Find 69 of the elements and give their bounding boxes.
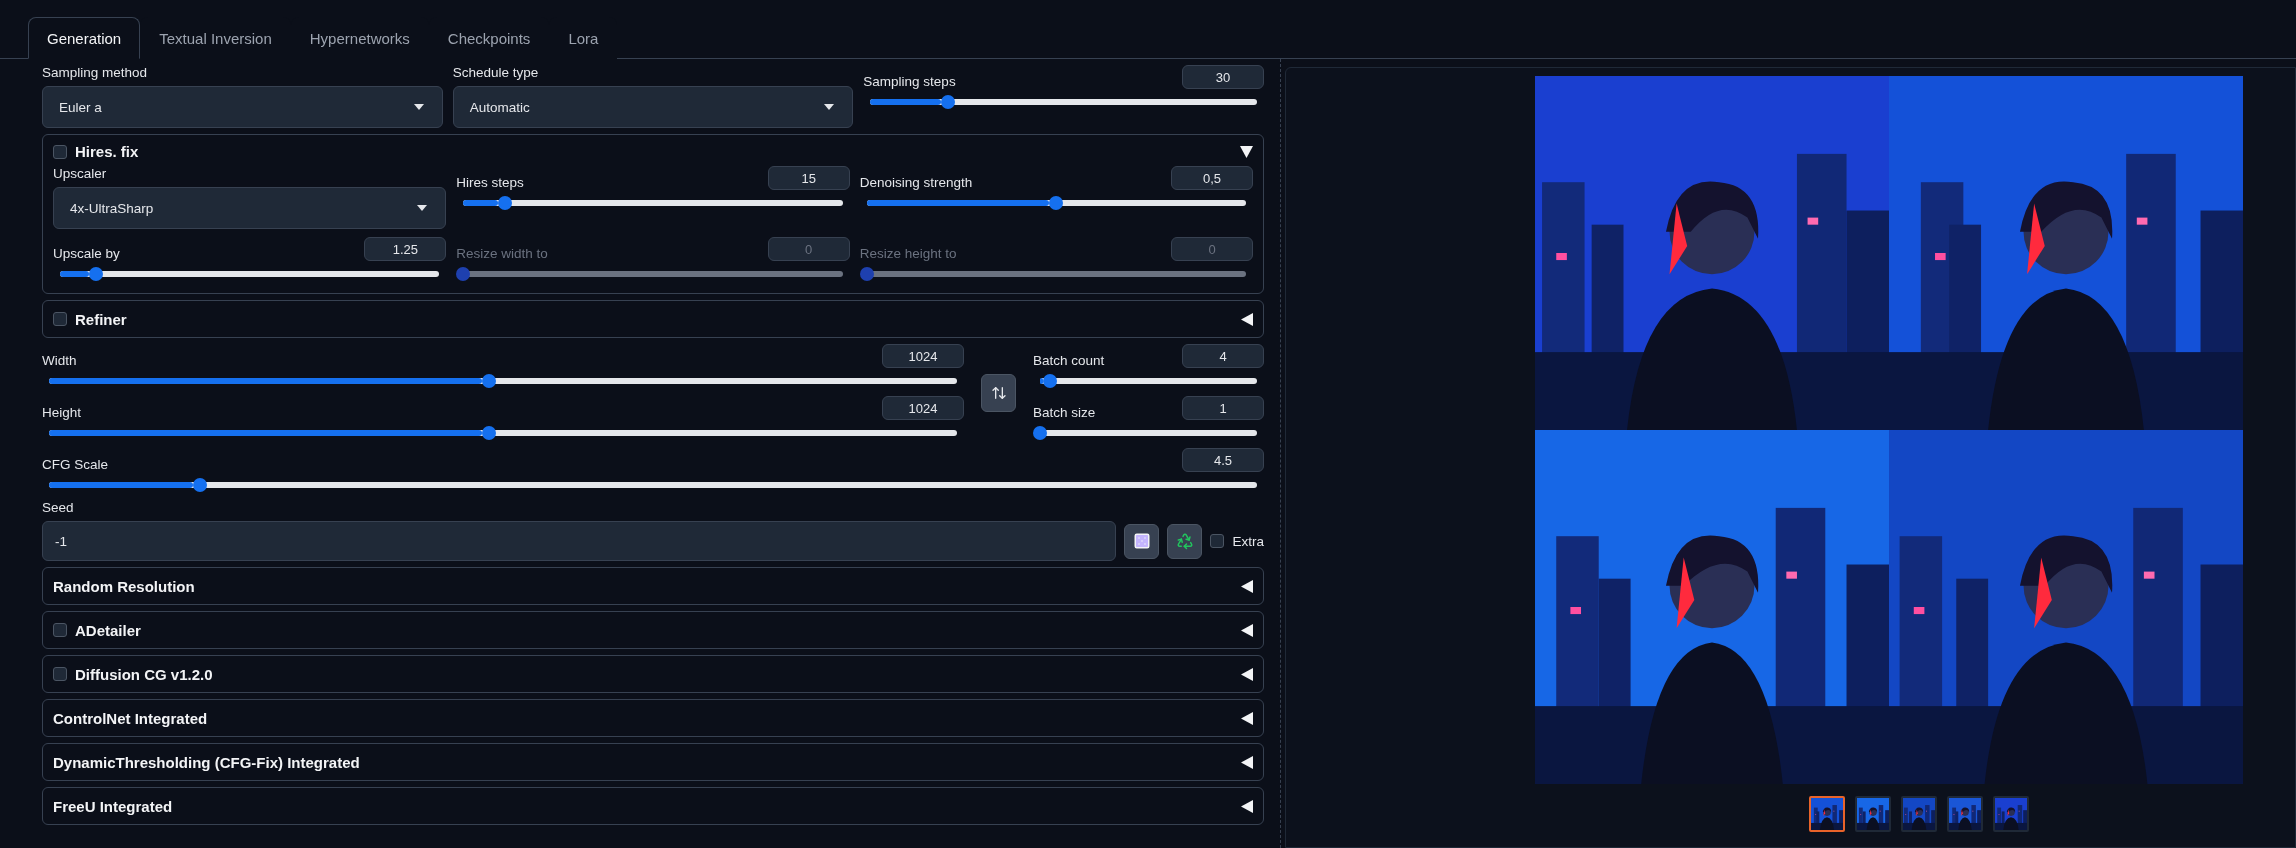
swap-button[interactable]: [981, 374, 1016, 412]
tab[interactable]: Generation: [28, 17, 141, 59]
number-input[interactable]: 1024: [882, 396, 964, 420]
checkbox[interactable]: [1210, 534, 1225, 548]
number-input[interactable]: 4: [1182, 344, 1264, 368]
slider-label: Sampling steps: [863, 74, 956, 89]
number-input[interactable]: 1.25: [364, 237, 447, 261]
number-input[interactable]: 4.5: [1182, 448, 1264, 472]
field-label: Seed: [42, 500, 75, 515]
accordion-title[interactable]: ControlNet Integrated: [53, 709, 1233, 727]
dropdown-caret-icon: [417, 205, 428, 211]
swap-arrows-icon: [990, 385, 1007, 401]
accordion-title[interactable]: Random Resolution: [53, 577, 1233, 595]
dropdown[interactable]: Automatic: [452, 86, 854, 128]
reuse-seed-button[interactable]: [1167, 523, 1203, 559]
slider-label: Batch count: [1033, 353, 1105, 368]
slider-label: Upscale by: [53, 246, 120, 261]
recycle-icon: [1176, 532, 1194, 550]
slider-thumb[interactable]: [498, 196, 513, 210]
slider-thumb[interactable]: [482, 426, 497, 440]
triangle-left-icon[interactable]: [1241, 799, 1253, 813]
slider-thumb[interactable]: [482, 374, 497, 388]
slider-thumb[interactable]: [1049, 196, 1064, 210]
dropdown[interactable]: 4x-UltraSharp: [53, 187, 447, 229]
field-label: Sampling method: [42, 65, 149, 80]
triangle-left-icon[interactable]: [1241, 711, 1253, 725]
triangle-left-icon[interactable]: [1241, 755, 1253, 769]
slider-label: Denoising strength: [859, 175, 973, 190]
slider-label: Resize height to: [859, 246, 957, 261]
number-input[interactable]: 1024: [882, 344, 964, 368]
triangle-left-icon[interactable]: [1241, 312, 1253, 326]
dice-icon: [1133, 532, 1151, 550]
slider-thumb[interactable]: [940, 95, 955, 109]
accordion-title[interactable]: Diffusion CG v1.2.0: [75, 665, 1233, 683]
number-input[interactable]: 0,5: [1171, 166, 1253, 190]
checkbox-label: Extra: [1232, 533, 1264, 549]
accordion-title[interactable]: Hires. fix: [75, 143, 1232, 160]
field-label: Schedule type: [452, 65, 540, 80]
slider-label: CFG Scale: [42, 457, 109, 472]
number-input[interactable]: 30: [1182, 65, 1264, 89]
dropdown-caret-icon: [824, 104, 835, 110]
dropdown[interactable]: Euler a: [42, 86, 443, 128]
accordion-title[interactable]: FreeU Integrated: [53, 797, 1233, 815]
number-input[interactable]: 15: [767, 166, 850, 190]
accordion-title[interactable]: DynamicThresholding (CFG-Fix) Integrated: [53, 753, 1233, 771]
slider-thumb[interactable]: [89, 267, 104, 281]
slider-thumb[interactable]: [193, 478, 207, 492]
checkbox[interactable]: [53, 623, 67, 637]
accordion-title[interactable]: ADetailer: [75, 621, 1233, 639]
slider-thumb[interactable]: [1033, 426, 1047, 440]
slider-label: Resize width to: [456, 246, 548, 261]
checkbox[interactable]: [53, 312, 67, 326]
checkbox[interactable]: [53, 144, 67, 159]
slider-label: Batch size: [1033, 405, 1096, 420]
slider-label: Height: [42, 405, 82, 420]
triangle-left-icon[interactable]: [1241, 579, 1253, 593]
checkbox[interactable]: [53, 667, 67, 681]
triangle-down-icon[interactable]: [1240, 145, 1253, 158]
slider-label: Width: [42, 353, 77, 368]
triangle-left-icon[interactable]: [1241, 623, 1253, 637]
field-label: Upscaler: [53, 166, 108, 181]
dropdown-caret-icon: [413, 104, 424, 110]
triangle-left-icon[interactable]: [1241, 667, 1253, 681]
slider-thumb[interactable]: [1042, 374, 1057, 388]
accordion-title[interactable]: Refiner: [75, 310, 1233, 328]
slider-label: Hires steps: [456, 175, 524, 190]
random-seed-button[interactable]: [1124, 523, 1160, 559]
number-input[interactable]: 1: [1182, 396, 1264, 420]
seed-input[interactable]: -1: [42, 521, 1117, 561]
